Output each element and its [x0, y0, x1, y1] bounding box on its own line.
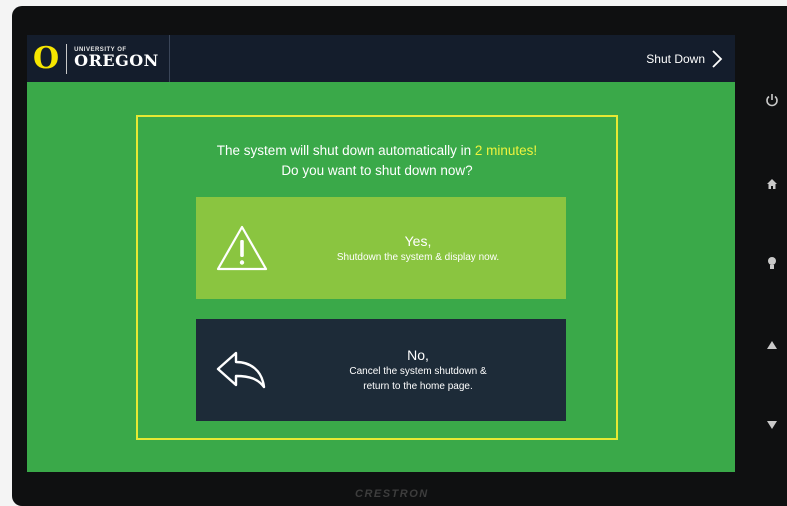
- top-bar: O UNIVERSITY OF OREGON Shut Down: [27, 35, 735, 82]
- yes-shutdown-button[interactable]: Yes, Shutdown the system & display now.: [196, 197, 566, 299]
- logo-divider: [66, 43, 68, 74]
- yes-title: Yes,: [404, 232, 432, 249]
- confirm-question: Do you want to shut down now?: [281, 163, 473, 178]
- touch-screen: O UNIVERSITY OF OREGON Shut Down The sys…: [27, 35, 735, 472]
- shut-down-button[interactable]: Shut Down: [646, 49, 735, 69]
- no-title: No,: [407, 347, 429, 363]
- no-subtitle-line2: return to the home page.: [363, 381, 473, 392]
- yes-subtitle: Shutdown the system & display now.: [336, 251, 500, 263]
- countdown-time: 2 minutes!: [474, 143, 538, 158]
- shutdown-dialog: The system will shut down automatically …: [136, 115, 618, 440]
- countdown-message: The system will shut down automatically …: [138, 141, 616, 161]
- logo-edge-divider: [168, 35, 170, 82]
- yes-button-text: Yes, Shutdown the system & display now.: [280, 197, 556, 299]
- logo-mark: O: [33, 40, 60, 76]
- home-icon[interactable]: [766, 178, 778, 190]
- no-subtitle-line1: Cancel the system shutdown &: [349, 366, 487, 377]
- chevron-right-icon: [712, 49, 723, 68]
- no-cancel-button[interactable]: No, Cancel the system shutdown & return …: [196, 319, 566, 421]
- volume-down-icon[interactable]: [766, 420, 778, 430]
- logo-wordmark: UNIVERSITY OF OREGON: [74, 47, 159, 70]
- university-logo: O UNIVERSITY OF OREGON: [27, 35, 170, 82]
- warning-icon: [216, 225, 268, 271]
- no-button-text: No, Cancel the system shutdown & return …: [280, 319, 556, 421]
- countdown-message-text: The system will shut down automatically …: [216, 143, 475, 158]
- shut-down-label: Shut Down: [646, 51, 705, 66]
- light-icon[interactable]: [767, 256, 777, 270]
- volume-up-icon[interactable]: [766, 340, 778, 350]
- logo-big-text: OREGON: [74, 51, 159, 71]
- return-arrow-icon: [216, 351, 266, 389]
- power-icon[interactable]: [765, 93, 779, 107]
- device-brand-label: CRESTRON: [355, 488, 429, 500]
